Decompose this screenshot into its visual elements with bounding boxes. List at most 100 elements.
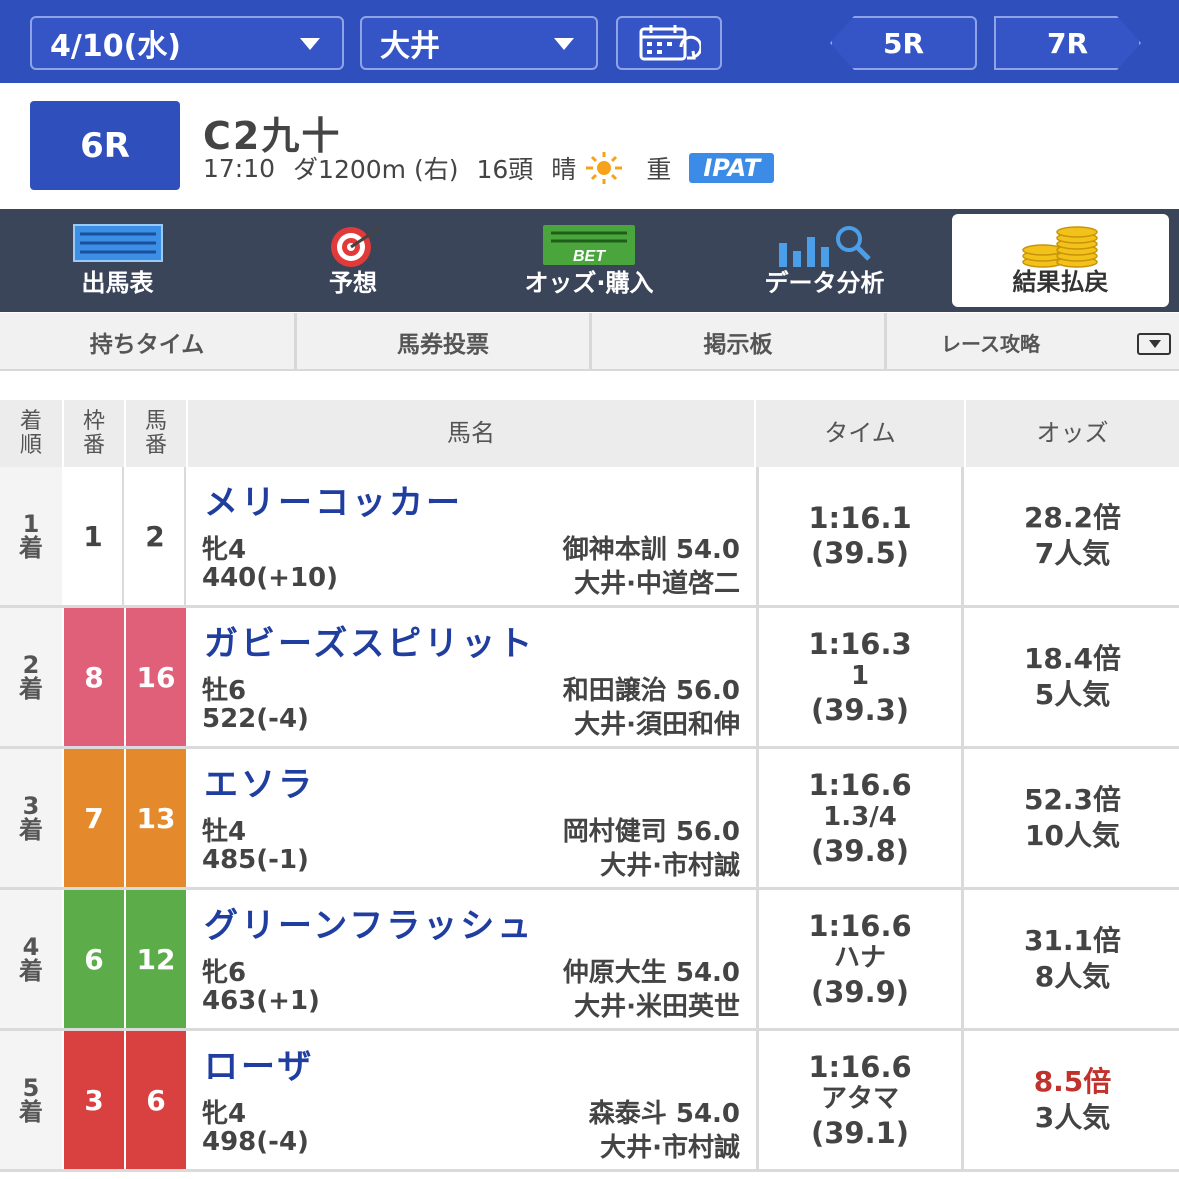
dropdown-icon[interactable] — [1137, 333, 1171, 355]
horse-name-link[interactable]: メリーコッカー — [204, 475, 463, 524]
time-cell: 1:16.3 1 (39.3) — [756, 608, 964, 746]
menu-label: オッズ·購入 — [524, 269, 654, 297]
venue-select[interactable]: 大井 — [360, 16, 598, 70]
finish-time: 1:16.1 — [808, 501, 912, 536]
header-time: タイム — [756, 400, 964, 467]
menu-data-analysis[interactable]: データ分析 — [707, 209, 942, 312]
odds-cell: 28.2倍 7人気 — [966, 467, 1179, 605]
menu-prediction[interactable]: 予想 — [235, 209, 471, 312]
menu-label: データ分析 — [764, 269, 885, 297]
header-uma-label: 馬番 — [144, 409, 167, 458]
horse-sex-age: 牝4 — [202, 1099, 247, 1129]
menu-label: 出馬表 — [81, 269, 154, 297]
jockey-link[interactable]: 岡村健司 56.0 — [563, 811, 740, 848]
sub-tabs: 持ちタイム 馬券投票 掲示板 レース攻略 — [0, 313, 1179, 371]
horse-weight: 440(+10) — [202, 563, 339, 593]
table-row[interactable]: 3着 7 13 エソラ牡4 485(-1) 岡村健司 56.0 大井·市村誠 1:16.6 1.… — [0, 749, 1179, 890]
next-race-button[interactable]: 7R — [994, 16, 1141, 70]
horse-weight: 485(-1) — [202, 845, 309, 875]
track-condition: 重 — [646, 155, 672, 184]
trainer-link[interactable]: 大井·中道啓二 — [574, 563, 740, 600]
finish-time: 1:16.6 — [808, 908, 912, 943]
top-navigation-bar: 4/10(水) 大井 5R 7R — [0, 0, 1179, 83]
horse-number-cell: 6 — [126, 1031, 186, 1169]
tab-bulletin-board[interactable]: 掲示板 — [592, 313, 887, 371]
odds-value: 31.1倍 — [1023, 923, 1122, 957]
horse-weight: 463(+1) — [202, 986, 320, 1016]
horse-weight: 522(-4) — [202, 704, 309, 734]
horse-info-cell: グリーンフラッシュ牝6 463(+1) 仲原大生 54.0 大井·米田英世 — [188, 890, 754, 1028]
jockey-link[interactable]: 仲原大生 54.0 — [563, 952, 740, 989]
header-waku-label: 枠番 — [82, 409, 105, 458]
trainer-link[interactable]: 大井·米田英世 — [574, 986, 740, 1023]
trainer-link[interactable]: 大井·市村誠 — [600, 1127, 740, 1164]
rank-label: 3着 — [19, 792, 43, 844]
menu-label: 予想 — [329, 269, 377, 297]
waku-cell: 6 — [64, 890, 124, 1028]
prev-race-button[interactable]: 5R — [830, 16, 977, 70]
chevron-down-icon — [554, 38, 574, 50]
rank-cell: 4着 — [0, 890, 62, 1028]
menu-race-card[interactable]: 出馬表 — [0, 209, 235, 312]
tab-betting[interactable]: 馬券投票 — [297, 313, 592, 371]
rank-label: 1着 — [19, 510, 43, 562]
date-select[interactable]: 4/10(水) — [30, 16, 344, 70]
header-rank: 着順 — [0, 400, 62, 467]
odds-cell: 31.1倍 8人気 — [966, 890, 1179, 1028]
margin: 1.3/4 — [823, 802, 897, 833]
tab-race-strategy[interactable]: レース攻略 — [887, 313, 1179, 371]
rank-cell: 3着 — [0, 749, 62, 887]
menu-results-payout[interactable]: 結果払戻 — [952, 214, 1169, 307]
rank-cell: 2着 — [0, 608, 62, 746]
horse-number-cell: 16 — [126, 608, 186, 746]
horse-sex-age: 牡4 — [202, 817, 247, 847]
table-row[interactable]: 4着 6 12 グリーンフラッシュ 牝6 463(+1) 仲原大生 54.0 大井·米田英世 1… — [0, 890, 1179, 1031]
horse-sex-age: 牡6 — [202, 676, 247, 706]
popularity: 10人気 — [1025, 819, 1120, 852]
sun-icon — [586, 152, 623, 184]
last-3f-time: (39.3) — [810, 692, 910, 727]
tab-holding-time[interactable]: 持ちタイム — [0, 313, 297, 371]
margin: 1 — [850, 661, 870, 692]
calendar-button[interactable] — [616, 16, 722, 70]
last-3f-time: (39.5) — [810, 536, 910, 570]
trainer-link[interactable]: 大井·市村誠 — [600, 845, 740, 882]
horse-sex-age: 牝6 — [202, 958, 247, 988]
horse-name-link[interactable]: グリーンフラッシュ — [204, 898, 534, 947]
header-uma: 馬番 — [126, 400, 186, 467]
time-cell: 1:16.6 ハナ (39.9) — [756, 890, 964, 1028]
waku-cell: 8 — [64, 608, 124, 746]
horse-info-cell: メリーコッカー 牝4 440(+10) 御神本訓 54.0 大井·中道啓二 — [188, 467, 754, 605]
header-odds: オッズ — [966, 400, 1179, 467]
odds-value: 18.4倍 — [1023, 641, 1122, 675]
time-cell: 1:16.6 1.3/4 (39.8) — [756, 749, 964, 887]
horse-name-link[interactable]: エソラ — [204, 757, 315, 806]
table-row[interactable]: 5着 3 6 ローザ 牝4 498(-4) 森泰斗 54.0 大井·市村誠 1:16.6 アタマ(… — [0, 1031, 1179, 1172]
waku-cell: 7 — [64, 749, 124, 887]
table-row[interactable]: 1着 1 2 メリーコッカー 牝4 440(+10) 御神本訓 54.0 大井·中道啓二 1:1… — [0, 467, 1179, 608]
table-row[interactable]: 2着 8 16 ガビーズスピリット牡6 522(-4) 和田譲治 56.0 大井·須田和伸 1… — [0, 608, 1179, 749]
rank-cell: 5着 — [0, 1031, 62, 1169]
jockey-link[interactable]: 森泰斗 54.0 — [589, 1093, 740, 1130]
finish-time: 1:16.6 — [808, 767, 912, 802]
margin: ハナ — [833, 943, 886, 974]
horse-name-link[interactable]: ガビーズスピリット — [204, 616, 535, 665]
horse-name-link[interactable]: ローザ — [204, 1039, 314, 1088]
odds-cell: 52.3倍 10人気 — [966, 749, 1179, 887]
bet-icon: BET — [543, 225, 635, 265]
rank-label: 4着 — [19, 933, 43, 985]
horse-number-cell: 13 — [126, 749, 186, 887]
menu-odds-purchase[interactable]: BET オッズ·購入 — [471, 209, 707, 312]
time-cell: 1:16.6 アタマ (39.1) — [756, 1031, 964, 1169]
date-select-value: 4/10(水) — [50, 29, 182, 64]
trainer-link[interactable]: 大井·須田和伸 — [574, 704, 740, 741]
popularity: 3人気 — [1034, 1101, 1111, 1134]
ipat-badge[interactable]: IPAT — [689, 153, 775, 183]
last-3f-time: (39.8) — [810, 833, 910, 868]
race-card-icon — [72, 224, 163, 262]
header-waku: 枠番 — [64, 400, 124, 467]
waku-cell: 3 — [64, 1031, 124, 1169]
main-menu: 出馬表 予想 BET オッズ·購入 データ分析 結果払戻 — [0, 209, 1179, 312]
jockey-link[interactable]: 御神本訓 54.0 — [563, 529, 740, 566]
jockey-link[interactable]: 和田譲治 56.0 — [563, 670, 740, 707]
